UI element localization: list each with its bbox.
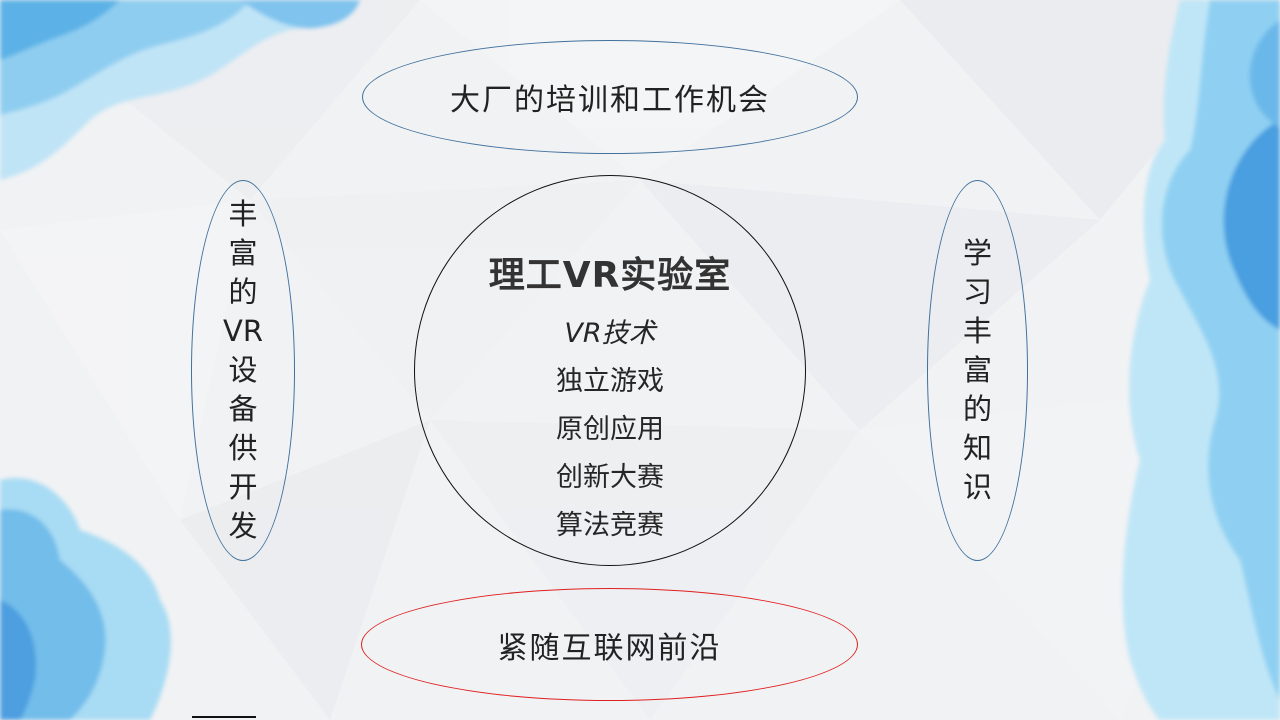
left-char: 供 [228,431,258,465]
watercolor-bottom-left [0,478,171,720]
right-ellipse: 学 习 丰 富 的 知 识 [927,180,1028,561]
left-char: 发 [228,509,258,543]
center-circle: 理工VR实验室 VR技术 独立游戏 原创应用 创新大赛 算法竞赛 [414,175,806,566]
right-char: 学 [962,236,992,270]
center-item: VR技术 [564,318,656,349]
right-char: 习 [962,275,992,309]
right-char: 富 [962,353,992,387]
center-item-list: VR技术 独立游戏 原创应用 创新大赛 算法竞赛 [556,310,664,550]
top-ellipse-label: 大厂的培训和工作机会 [450,83,770,118]
left-char: 备 [228,392,258,426]
left-ellipse-label: 丰 富 的 VR 设 备 供 开 发 [223,195,263,546]
left-char: 设 [228,353,258,387]
right-char: 知 [962,431,992,465]
right-char: 识 [962,470,992,504]
center-item: 创新大赛 [556,462,664,493]
left-char: 开 [228,470,258,504]
center-item: 独立游戏 [556,366,664,397]
top-ellipse: 大厂的培训和工作机会 [362,40,858,154]
right-ellipse-label: 学 习 丰 富 的 知 识 [963,234,992,507]
divider-line [192,716,256,718]
left-char: 富 [228,236,258,270]
center-title: 理工VR实验室 [488,255,732,296]
left-char: 的 [228,275,258,309]
right-char: 丰 [962,314,992,348]
right-char: 的 [962,392,992,426]
bottom-ellipse: 紧随互联网前沿 [361,588,858,701]
center-item: 算法竞赛 [556,510,664,541]
center-item: 原创应用 [556,414,664,445]
left-char: 丰 [228,197,258,231]
left-ellipse: 丰 富 的 VR 设 备 供 开 发 [191,180,295,561]
bottom-ellipse-label: 紧随互联网前沿 [497,630,722,666]
left-char: VR [223,314,263,348]
